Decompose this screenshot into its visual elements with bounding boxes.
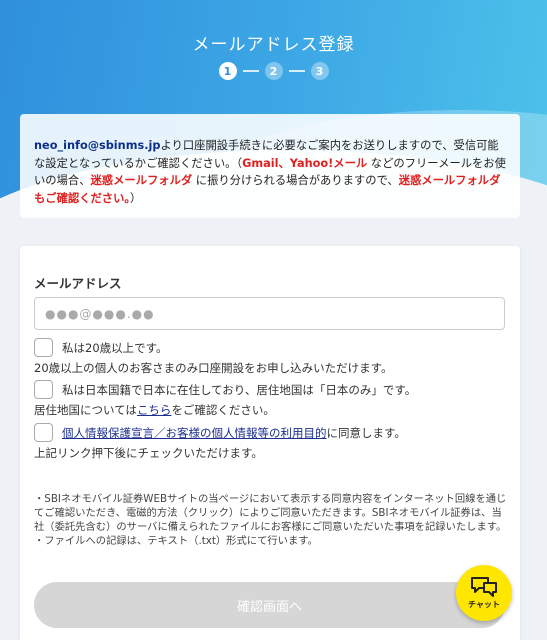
notice-providers: Gmail、Yahoo!メール [242,156,368,170]
page-title: メールアドレス登録 [192,35,355,55]
notice-text: に振り分けられる場合がありますので、 [192,174,399,187]
step-3: 3 [310,62,329,80]
residence-note-suffix: をご確認ください。 [171,403,275,417]
step-indicator: 1 2 3 [0,62,547,80]
notice-sender-email: neo_info@sbinms.jp [34,139,161,152]
age-check-label: 私は20歳以上です。 [62,340,168,355]
disclaimer-paragraph: ・ファイルへの記録は、テキスト（.txt）形式にて行います。 [34,535,318,547]
chat-button[interactable]: チャット [456,565,512,621]
residence-note: 居住地国についてはこちらをご確認ください。 [34,402,275,418]
age-note: 20歳以上の個人のお客さまのみ口座開設をお申し込みいただけます。 [34,361,393,375]
step-connector [288,70,305,72]
email-label: メールアドレス [34,276,122,291]
step-connector [242,70,259,72]
registration-form: メールアドレス 私は20歳以上です。 20歳以上の個人のお客さまのみ口座開設をお… [20,246,520,640]
consent-disclaimer: ・SBIネオモバイル証券WEBサイトの当ページにおいて表示する同意内容をインター… [34,492,510,548]
privacy-check-label: 個人情報保護宣言／お客様の個人情報等の利用目的に同意します。 [62,425,406,441]
residence-checkbox[interactable] [34,380,53,399]
notice-spam-folder: 迷惑メールフォルダ [90,174,193,187]
age-check-row: 私は20歳以上です。 [34,338,167,357]
confirm-button[interactable]: 確認画面へ [34,582,505,628]
step-2: 2 [264,62,283,80]
chat-bubble-icon [471,577,497,597]
step-1: 1 [218,62,237,80]
privacy-note: 上記リンク押下後にチェックいただけます。 [34,446,263,460]
email-input[interactable] [34,297,505,330]
residence-info-link[interactable]: こちら [137,403,172,417]
residence-check-row: 私は日本国籍で日本に在住しており、居住地国は「日本のみ」です。 [34,380,416,399]
chat-label: チャット [468,600,500,609]
residence-note-prefix: 居住地国については [34,403,137,417]
privacy-check-row: 個人情報保護宣言／お客様の個人情報等の利用目的に同意します。 [34,423,406,442]
privacy-checkbox[interactable] [34,423,53,442]
privacy-suffix: に同意します。 [326,425,406,440]
email-notice: neo_info@sbinms.jpより口座開設手続きに必要なご案内をお送りしま… [20,114,520,218]
disclaimer-paragraph: ・SBIネオモバイル証券WEBサイトの当ページにおいて表示する同意内容をインター… [34,493,507,533]
residence-check-label: 私は日本国籍で日本に在住しており、居住地国は「日本のみ」です。 [62,382,417,397]
notice-text: ） [130,191,142,205]
age-checkbox[interactable] [34,338,53,357]
privacy-policy-link[interactable]: 個人情報保護宣言／お客様の個人情報等の利用目的 [62,426,327,440]
